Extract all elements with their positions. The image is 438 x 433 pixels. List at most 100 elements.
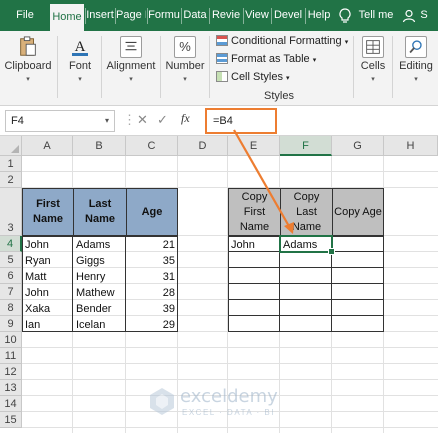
tab-page-layout[interactable]: Page I [116,0,146,31]
tab-data[interactable]: Data [182,0,208,31]
row-header-8[interactable]: 8 [0,300,22,316]
ribbon-divider [209,36,210,98]
format-as-table-text: Format as Table [231,53,310,65]
conditional-formatting-icon [216,35,228,46]
tab-file[interactable]: File [8,0,42,31]
column-header-b[interactable]: B [73,136,126,156]
row-header-10[interactable]: 10 [0,332,22,348]
row-header-13[interactable]: 13 [0,380,22,396]
clipboard-group[interactable]: Clipboard ▾ [0,31,56,106]
insert-function-icon[interactable]: fx [181,111,190,126]
conditional-formatting-button[interactable]: Conditional Formatting ▾ [216,33,348,49]
align-lines-icon[interactable] [120,36,142,58]
clipboard-text: Clipboard [4,60,52,72]
row-header-12[interactable]: 12 [0,364,22,380]
table2-header-copy-age[interactable]: Copy Age [332,188,384,236]
magnifier-icon[interactable] [405,36,427,58]
table1-cell[interactable]: 29 [126,316,178,332]
tell-me-search[interactable]: Tell me [358,0,394,31]
row-header-5[interactable]: 5 [0,252,22,268]
column-header-h[interactable]: H [384,136,438,156]
table1-cell[interactable]: 28 [126,284,178,300]
cell-styles-button[interactable]: Cell Styles ▾ [216,69,290,85]
font-color-a-icon[interactable]: A [69,36,91,58]
ribbon-divider [392,36,393,98]
table1-header-last-name[interactable]: Last Name [73,188,127,236]
tab-help[interactable]: Help [306,0,332,31]
tab-view[interactable]: View [244,0,270,31]
styles-group: Conditional Formatting ▾ Format as Table… [216,31,352,106]
table1-cell[interactable]: Henry [73,268,126,284]
column-header-g[interactable]: G [332,136,384,156]
clipboard-label: Clipboard ▾ [0,60,56,84]
svg-text:A: A [75,39,86,55]
table1-cell[interactable]: Ian [22,316,73,332]
cells-grid-icon[interactable] [362,36,384,58]
number-group[interactable]: % Number ▾ [163,31,207,106]
tab-insert[interactable]: Insert [86,0,114,31]
row-header-7[interactable]: 7 [0,284,22,300]
share-label[interactable]: S [418,0,430,31]
table1-cell[interactable]: Xaka [22,300,73,316]
name-box[interactable]: F4 ▾ [5,110,115,132]
column-header-c[interactable]: C [126,136,178,156]
table1-cell[interactable]: Mathew [73,284,126,300]
formula-bar: F4 ▾ ⋮ ✕ ✓ fx =B4 [0,106,438,136]
row-header-1[interactable]: 1 [0,156,22,172]
row-header-9[interactable]: 9 [0,316,22,332]
chevron-down-icon: ▾ [183,76,187,83]
table1-cell[interactable]: 21 [126,236,178,252]
alignment-group[interactable]: Alignment ▾ [103,31,159,106]
share-person-icon[interactable] [402,9,416,23]
select-all-corner[interactable] [0,136,22,156]
table1-header-age[interactable]: Age [126,188,178,236]
lightbulb-icon [339,8,351,23]
enter-check-icon[interactable]: ✓ [157,112,168,128]
cells-text: Cells [360,60,386,72]
table1-cell[interactable]: Icelan [73,316,126,332]
paste-clipboard-icon[interactable] [17,36,39,58]
gridline [22,379,438,380]
ribbon-divider [160,36,161,98]
table1-cell[interactable]: Bender [73,300,126,316]
row-header-15[interactable]: 15 [0,412,22,428]
table1-cell[interactable]: 35 [126,252,178,268]
name-box-value: F4 [11,115,24,127]
gridline [22,363,438,364]
tab-review[interactable]: Revie [210,0,242,31]
table1-cell[interactable]: Ryan [22,252,73,268]
row-header-14[interactable]: 14 [0,396,22,412]
tab-developer[interactable]: Devel [272,0,304,31]
editing-text: Editing [399,60,433,72]
column-header-a[interactable]: A [22,136,73,156]
ribbon-tab-bar: File Home Insert Page I Formu Data Revie… [0,0,438,31]
font-group[interactable]: A Font ▾ [60,31,100,106]
table1-cell[interactable]: Giggs [73,252,126,268]
table1-cell[interactable]: Matt [22,268,73,284]
chevron-down-icon[interactable]: ▾ [105,111,109,131]
row-header-3[interactable]: 3 [0,188,22,236]
row-header-2[interactable]: 2 [0,172,22,188]
tab-formulas[interactable]: Formu [148,0,180,31]
table1-header-first-name[interactable]: First Name [22,188,74,236]
exceldemy-logo-icon [150,388,174,415]
row-header-4[interactable]: 4 [0,236,22,252]
font-text: Font [68,60,91,72]
row-header-11[interactable]: 11 [0,348,22,364]
editing-group[interactable]: Editing ▾ [394,31,438,106]
format-as-table-icon [216,53,228,64]
table1-cell[interactable]: 39 [126,300,178,316]
column-header-d[interactable]: D [178,136,228,156]
row-header-6[interactable]: 6 [0,268,22,284]
percent-icon[interactable]: % [174,36,196,58]
cancel-icon[interactable]: ✕ [137,112,148,128]
table1-cell[interactable]: John [22,284,73,300]
table1-cell[interactable]: Adams [73,236,126,252]
tab-home[interactable]: Home [50,4,84,31]
table1-cell[interactable]: John [22,236,73,252]
alignment-label: Alignment ▾ [103,60,159,84]
table1-cell[interactable]: 31 [126,268,178,284]
cells-group[interactable]: Cells ▾ [355,31,391,106]
vertical-dots-icon: ⋮ [123,112,136,127]
format-as-table-button[interactable]: Format as Table ▾ [216,51,316,67]
